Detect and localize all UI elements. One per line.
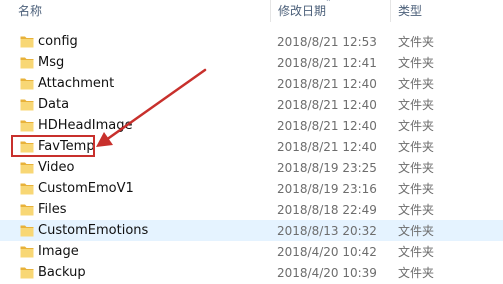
column-divider[interactable] <box>390 0 391 22</box>
modified-date: 2018/8/21 12:40 <box>277 119 377 133</box>
file-explorer-list: 名称 ⌃ 修改日期 类型 config 2018/8/21 12:53 文件夹 Msg… <box>0 0 503 284</box>
file-type: 文件夹 <box>398 224 435 238</box>
file-row-customemotions[interactable]: CustomEmotions 2018/8/13 20:32 文件夹 <box>0 220 503 241</box>
modified-date: 2018/8/21 12:40 <box>277 77 377 91</box>
file-row-attachment[interactable]: Attachment 2018/8/21 12:40 文件夹 <box>0 73 503 94</box>
folder-icon <box>20 36 34 48</box>
file-type: 文件夹 <box>398 119 435 133</box>
file-type: 文件夹 <box>398 182 435 196</box>
folder-icon <box>20 246 34 258</box>
modified-date: 2018/8/21 12:40 <box>277 98 377 112</box>
file-row-favtemp[interactable]: FavTemp 2018/8/21 12:40 文件夹 <box>0 136 503 157</box>
file-row-hdheadimage[interactable]: HDHeadImage 2018/8/21 12:40 文件夹 <box>0 115 503 136</box>
file-name: config <box>38 34 78 49</box>
file-row-video[interactable]: Video 2018/8/19 23:25 文件夹 <box>0 157 503 178</box>
modified-date: 2018/4/20 10:39 <box>277 266 377 280</box>
modified-date: 2018/8/21 12:53 <box>277 35 377 49</box>
file-type: 文件夹 <box>398 245 435 259</box>
file-type: 文件夹 <box>398 98 435 112</box>
folder-icon <box>20 99 34 111</box>
file-type: 文件夹 <box>398 77 435 91</box>
file-name: Backup <box>38 265 86 280</box>
column-header-type[interactable]: 类型 <box>398 3 422 19</box>
folder-icon <box>20 204 34 216</box>
column-header-modified[interactable]: 修改日期 <box>278 3 326 19</box>
modified-date: 2018/8/21 12:41 <box>277 56 377 70</box>
folder-icon <box>20 78 34 90</box>
folder-icon <box>20 120 34 132</box>
file-name: Files <box>38 202 67 217</box>
file-name: Attachment <box>38 76 115 91</box>
file-type: 文件夹 <box>398 161 435 175</box>
file-row-backup[interactable]: Backup 2018/4/20 10:39 文件夹 <box>0 262 503 283</box>
folder-icon <box>20 162 34 174</box>
file-row-msg[interactable]: Msg 2018/8/21 12:41 文件夹 <box>0 52 503 73</box>
modified-date: 2018/8/18 22:49 <box>277 203 377 217</box>
file-name: CustomEmoV1 <box>38 181 134 196</box>
file-row-files[interactable]: Files 2018/8/18 22:49 文件夹 <box>0 199 503 220</box>
file-name: HDHeadImage <box>38 118 133 133</box>
modified-date: 2018/8/19 23:25 <box>277 161 377 175</box>
folder-icon <box>20 57 34 69</box>
file-type: 文件夹 <box>398 140 435 154</box>
modified-date: 2018/8/21 12:40 <box>277 140 377 154</box>
file-name: CustomEmotions <box>38 223 149 238</box>
folder-icon <box>20 183 34 195</box>
file-type: 文件夹 <box>398 35 435 49</box>
modified-date: 2018/8/19 23:16 <box>277 182 377 196</box>
file-row-image[interactable]: Image 2018/4/20 10:42 文件夹 <box>0 241 503 262</box>
file-name: Video <box>38 160 75 175</box>
modified-date: 2018/8/13 20:32 <box>277 224 377 238</box>
file-type: 文件夹 <box>398 203 435 217</box>
folder-icon <box>20 267 34 279</box>
column-divider[interactable] <box>270 0 271 22</box>
file-name: Msg <box>38 55 65 70</box>
file-name: FavTemp <box>38 139 95 154</box>
file-row-data[interactable]: Data 2018/8/21 12:40 文件夹 <box>0 94 503 115</box>
file-type: 文件夹 <box>398 266 435 280</box>
folder-icon <box>20 141 34 153</box>
file-row-config[interactable]: config 2018/8/21 12:53 文件夹 <box>0 31 503 52</box>
file-name: Data <box>38 97 70 112</box>
column-header-name[interactable]: 名称 <box>18 3 42 19</box>
file-name: Image <box>38 244 79 259</box>
column-header-bar: 名称 ⌃ 修改日期 类型 <box>0 0 503 22</box>
file-row-customemov1[interactable]: CustomEmoV1 2018/8/19 23:16 文件夹 <box>0 178 503 199</box>
modified-date: 2018/4/20 10:42 <box>277 245 377 259</box>
folder-icon <box>20 225 34 237</box>
file-type: 文件夹 <box>398 56 435 70</box>
